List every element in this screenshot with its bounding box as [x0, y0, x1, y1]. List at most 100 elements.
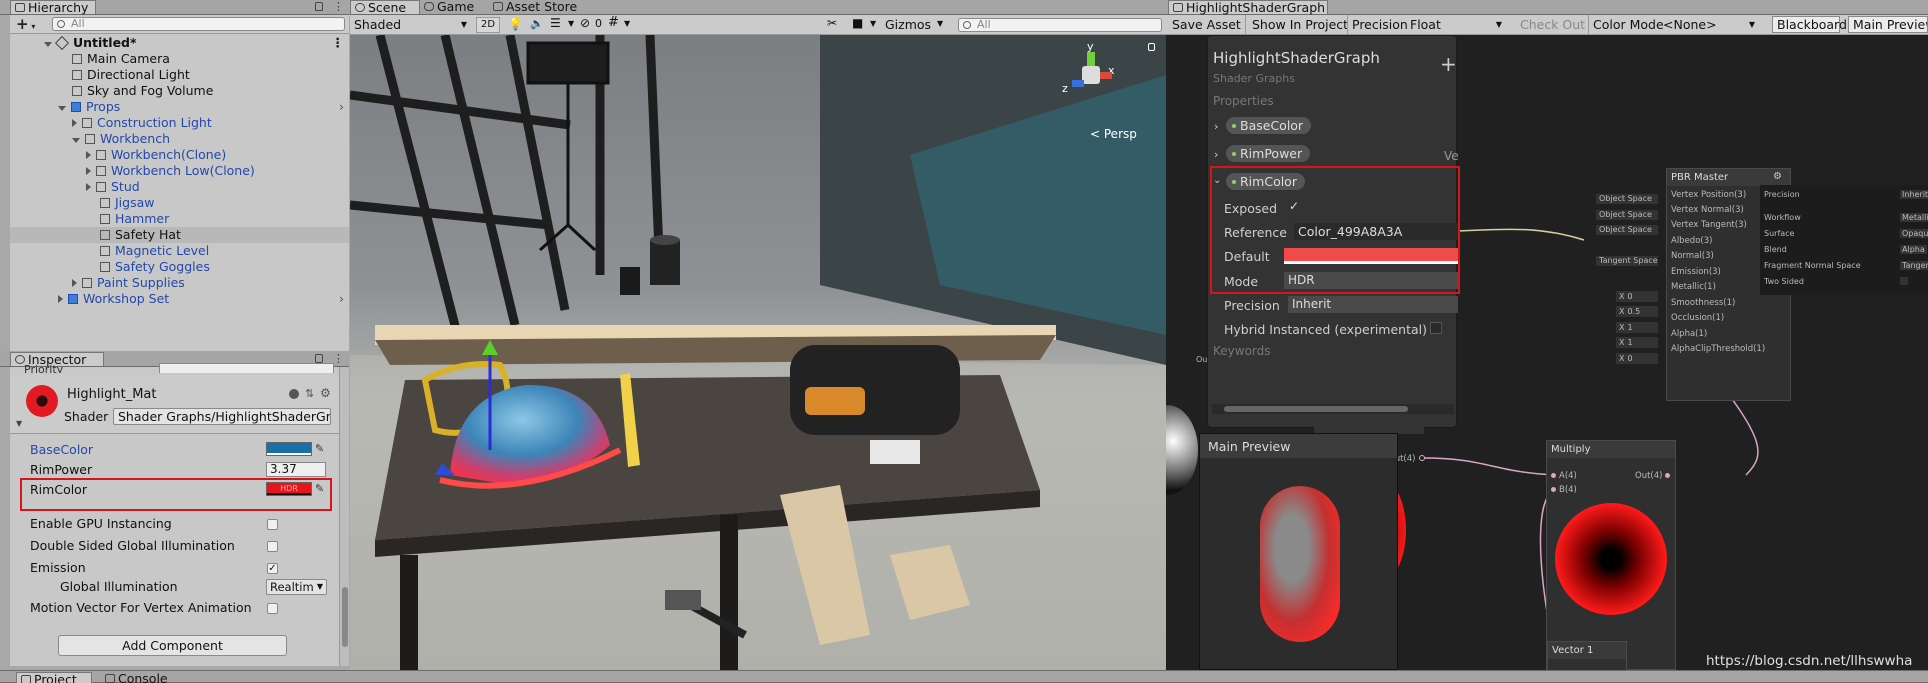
gpu-instancing-checkbox[interactable] — [267, 519, 278, 530]
more-options-icon[interactable]: ⋮ — [333, 0, 344, 13]
check-out-button[interactable]: Check Out — [1520, 17, 1585, 32]
blackboard-toggle[interactable]: Blackboard — [1772, 16, 1847, 33]
value-field[interactable]: X1 — [1616, 322, 1658, 333]
gizmos-button[interactable]: Gizmos — [885, 17, 931, 32]
multiply-in-a[interactable]: A(4) — [1551, 471, 1577, 481]
cut-off-field[interactable] — [159, 363, 334, 373]
hierarchy-item[interactable]: Workbench — [72, 131, 170, 147]
fold-open-icon[interactable] — [72, 138, 80, 143]
fold-closed-icon[interactable] — [72, 279, 77, 287]
global-illum-dropdown[interactable]: Realtim ▼ — [266, 579, 327, 595]
chevron-right-icon[interactable]: › — [339, 99, 344, 115]
presets-icon[interactable]: ⇅ — [305, 387, 314, 400]
tab-game[interactable]: Game — [420, 0, 480, 14]
chevron-down-icon[interactable]: ▼ — [937, 19, 943, 28]
help-icon[interactable] — [289, 389, 299, 399]
tools-icon[interactable]: ✂ — [827, 16, 837, 30]
chevron-down-icon[interactable]: ▼ — [568, 19, 574, 28]
multiply-out[interactable]: Out(4) — [1635, 471, 1671, 481]
base-color-field[interactable] — [266, 442, 312, 456]
hierarchy-item[interactable]: Stud — [86, 179, 140, 195]
show-in-project-button[interactable]: Show In Project — [1252, 17, 1348, 32]
hierarchy-item-selected[interactable]: Safety Hat — [100, 227, 181, 243]
settings-icon[interactable]: ⚙ — [1773, 171, 1782, 182]
fold-open-icon[interactable] — [44, 42, 52, 47]
add-property-button[interactable]: + — [1440, 52, 1457, 76]
fold-closed-icon[interactable] — [72, 119, 77, 127]
add-component-button[interactable]: Add Component — [58, 635, 287, 656]
space-field[interactable]: Object Space — [1596, 194, 1658, 204]
pbr-setting-value[interactable]: Tangent — [1900, 261, 1928, 270]
gizmo-y-cone[interactable] — [1087, 52, 1095, 66]
shadergraph-canvas[interactable]: Out HighlightShaderGraph Shader Graphs +… — [1166, 35, 1928, 670]
main-preview-panel[interactable]: Main Preview — [1199, 433, 1398, 670]
persp-label[interactable]: < Persp — [1090, 127, 1137, 141]
double-sided-checkbox[interactable] — [267, 541, 278, 552]
eyedropper-icon[interactable]: ✎ — [315, 442, 324, 455]
hierarchy-item[interactable]: Jigsaw — [100, 195, 155, 211]
value-field[interactable]: X0 — [1616, 353, 1658, 364]
multiply-in-b[interactable]: B(4) — [1551, 485, 1577, 495]
fold-closed-icon[interactable] — [86, 183, 91, 191]
tab-project[interactable]: Project — [16, 672, 92, 683]
hierarchy-item[interactable]: Props › — [58, 99, 348, 115]
effects-icon[interactable]: ☰ — [550, 16, 561, 30]
blackboard-hscroll[interactable] — [1212, 404, 1454, 414]
shader-dropdown[interactable]: Shader Graphs/HighlightShaderGra — [113, 408, 331, 425]
grid-icon[interactable]: # — [608, 15, 619, 30]
add-button[interactable]: + ▾ — [16, 15, 35, 33]
gizmo-cube[interactable] — [1082, 66, 1100, 84]
shading-mode-dropdown[interactable]: Shaded ▼ — [352, 17, 471, 33]
hybrid-checkbox[interactable] — [1430, 322, 1442, 334]
camera-icon[interactable]: ■ — [852, 16, 863, 30]
orientation-gizmo[interactable]: y x z — [1062, 40, 1122, 102]
scene-more-icon[interactable]: ⋮ — [332, 35, 345, 51]
hierarchy-item[interactable]: Workbench(Clone) — [86, 147, 226, 163]
expand-icon[interactable]: › — [1214, 148, 1218, 161]
scene-search-input[interactable]: All — [958, 18, 1162, 32]
lock-icon[interactable] — [315, 354, 323, 363]
chevron-right-icon[interactable]: › — [339, 291, 344, 307]
expand-icon[interactable]: › — [1214, 120, 1218, 133]
multiply-node[interactable]: Multiply A(4) B(4) Out(4) — [1546, 440, 1676, 670]
lighting-icon[interactable]: 💡 — [508, 17, 523, 31]
hierarchy-item[interactable]: Paint Supplies — [72, 275, 185, 291]
hierarchy-search-input[interactable]: All — [52, 17, 345, 31]
save-asset-button[interactable]: Save Asset — [1172, 17, 1241, 32]
gizmo-x-cone[interactable] — [1100, 72, 1112, 79]
tab-asset-store[interactable]: Asset Store — [489, 0, 583, 14]
hierarchy-item[interactable]: Directional Light — [72, 67, 190, 83]
tab-console[interactable]: Console — [101, 672, 174, 683]
audio-icon[interactable]: 🔈 — [530, 17, 544, 30]
space-field[interactable]: Object Space — [1596, 210, 1658, 220]
lock-icon[interactable] — [1148, 43, 1155, 51]
motion-vector-checkbox[interactable] — [267, 603, 278, 614]
space-field[interactable]: Object Space — [1596, 225, 1658, 235]
chevron-down-icon[interactable]: ▼ — [870, 19, 876, 28]
value-field[interactable]: X0 — [1616, 291, 1658, 302]
hierarchy-item[interactable]: Safety Goggles — [100, 259, 210, 275]
space-field[interactable]: Tangent Space — [1596, 256, 1658, 266]
hierarchy-item[interactable]: Magnetic Level — [100, 243, 209, 259]
chevron-down-icon[interactable]: ▼ — [624, 19, 630, 28]
pbr-setting-value[interactable]: Metallic — [1900, 213, 1928, 222]
scrollbar-thumb[interactable] — [342, 587, 348, 647]
value-field[interactable]: X1 — [1616, 337, 1658, 348]
property-rim-power[interactable]: RimPower — [1226, 145, 1311, 162]
hierarchy-item[interactable]: Sky and Fog Volume — [72, 83, 213, 99]
visibility-icon[interactable]: ⊘ — [580, 16, 590, 30]
pbr-setting-value[interactable]: Inherit — [1900, 190, 1928, 199]
main-preview-toggle[interactable]: Main Preview — [1848, 16, 1928, 33]
fold-closed-icon[interactable] — [86, 151, 91, 159]
inspector-scrollbar[interactable] — [339, 367, 349, 666]
hierarchy-item[interactable]: Hammer — [100, 211, 169, 227]
tab-shadergraph[interactable]: HighlightShaderGraph — [1168, 0, 1328, 14]
scene-root-row[interactable]: Untitled* ⋮ — [44, 35, 344, 51]
precision-dropdown[interactable]: Float ▼ — [1410, 17, 1506, 33]
bb-precision-dropdown[interactable]: Inherit — [1288, 296, 1458, 313]
hierarchy-item[interactable]: Main Camera — [72, 51, 170, 67]
fold-closed-icon[interactable] — [58, 295, 63, 303]
hierarchy-item[interactable]: Workshop Set › — [58, 291, 348, 307]
settings-icon[interactable]: ⚙ — [320, 386, 331, 400]
hscroll-thumb[interactable] — [1224, 406, 1408, 412]
